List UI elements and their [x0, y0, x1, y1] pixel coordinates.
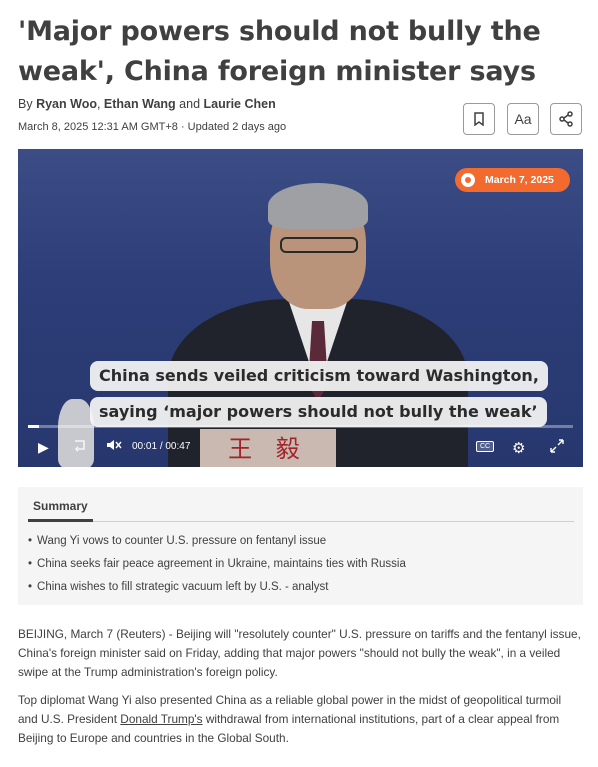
byline: By Ryan Woo, Ethan Wang and Laurie Chen	[18, 97, 276, 111]
mute-icon[interactable]	[106, 439, 122, 451]
summary-item: China wishes to fill strategic vacuum le…	[28, 579, 406, 602]
article-dateline: March 8, 2025 12:31 AM GMT+8 · Updated 2…	[18, 121, 287, 133]
play-icon[interactable]: ▶	[38, 439, 49, 456]
video-scene-glasses	[280, 237, 358, 253]
bookmark-icon	[474, 112, 484, 126]
share-icon	[559, 111, 573, 127]
record-dot-icon	[461, 173, 475, 187]
author-link-ethan-wang[interactable]: Ethan Wang	[104, 97, 176, 111]
byline-prefix: By	[18, 97, 33, 111]
video-controls: ▶ 00:01 / 00:47 CC ⚙	[18, 433, 583, 467]
video-caption-line-2: saying ‘major powers should not bully th…	[90, 397, 547, 427]
summary-divider	[28, 521, 574, 522]
video-progress-fill	[28, 425, 39, 428]
author-link-ryan-woo[interactable]: Ryan Woo	[36, 97, 97, 111]
video-time-display: 00:01 / 00:47	[132, 441, 191, 452]
share-button[interactable]	[550, 103, 582, 135]
summary-title: Summary	[33, 499, 88, 513]
fullscreen-icon[interactable]	[550, 439, 564, 453]
video-scene-hair	[268, 183, 368, 229]
summary-list: Wang Yi vows to counter U.S. pressure on…	[28, 533, 406, 602]
summary-tab-underline	[28, 519, 93, 522]
video-caption-line-1: China sends veiled criticism toward Wash…	[90, 361, 548, 391]
gear-icon[interactable]: ⚙	[512, 439, 525, 457]
text-size-label: Aa	[514, 111, 532, 127]
bookmark-button[interactable]	[463, 103, 495, 135]
summary-item: China seeks fair peace agreement in Ukra…	[28, 556, 406, 579]
body-paragraph-2: Top diplomat Wang Yi also presented Chin…	[18, 693, 562, 745]
rewind-10-icon[interactable]	[72, 439, 88, 453]
video-player[interactable]: 王 毅 March 7, 2025 China sends veiled cri…	[18, 149, 583, 467]
body-paragraph-1: BEIJING, March 7 (Reuters) - Beijing wil…	[18, 627, 581, 679]
article-headline: 'Major powers should not bully the weak'…	[18, 16, 541, 87]
summary-item: Wang Yi vows to counter U.S. pressure on…	[28, 533, 406, 556]
author-link-laurie-chen[interactable]: Laurie Chen	[204, 97, 276, 111]
donald-trump-link[interactable]: Donald Trump's	[120, 712, 202, 726]
video-date-badge: March 7, 2025	[455, 168, 570, 192]
video-progress-bar[interactable]	[28, 425, 573, 428]
text-size-button[interactable]: Aa	[507, 103, 539, 135]
summary-box: Summary Wang Yi vows to counter U.S. pre…	[18, 487, 583, 605]
closed-captions-icon[interactable]: CC	[476, 441, 495, 452]
